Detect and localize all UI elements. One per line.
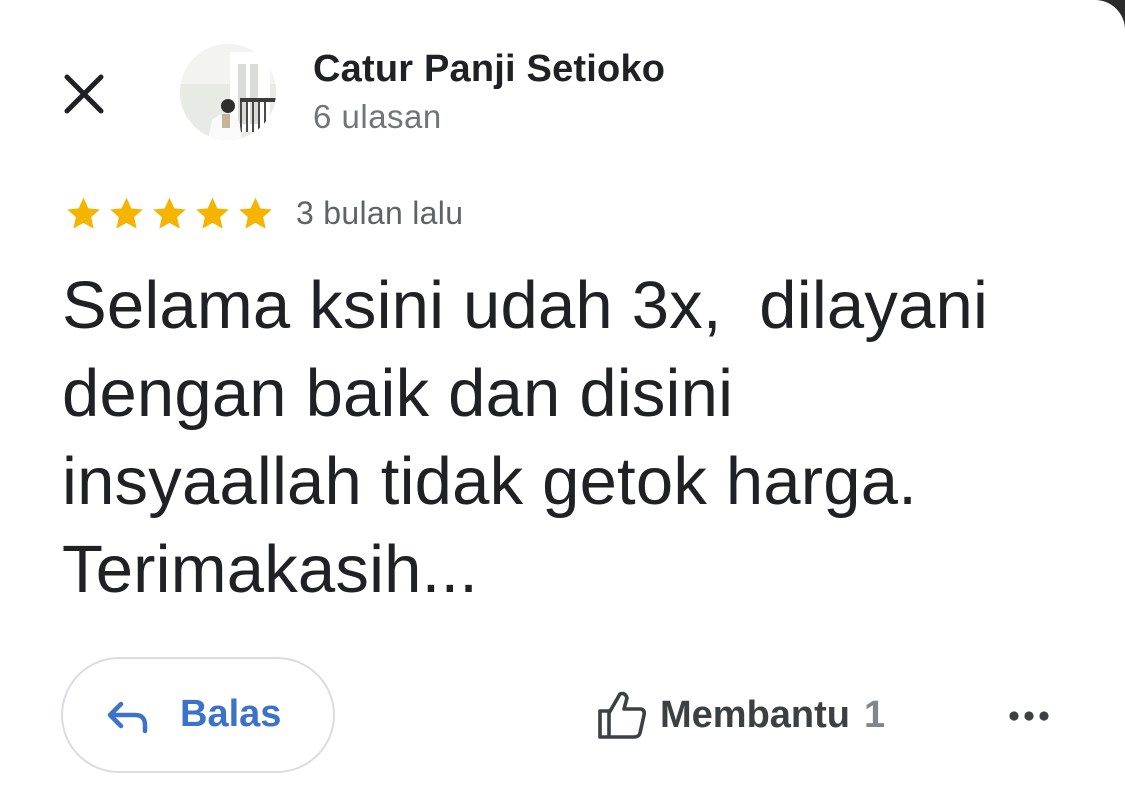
avatar[interactable]	[180, 44, 276, 140]
helpful-button[interactable]: Membantu 1	[596, 685, 885, 745]
star-icon	[67, 197, 100, 229]
reply-button[interactable]: Balas	[61, 657, 335, 773]
author-name[interactable]: Catur Panji Setioko	[313, 48, 665, 91]
star-rating	[62, 194, 277, 234]
avatar-photo	[180, 44, 276, 140]
review-text: Selama ksini udah 3x, dilayani dengan ba…	[62, 268, 989, 607]
reply-arrow-icon	[107, 701, 148, 734]
star-icon	[196, 197, 229, 229]
close-button[interactable]	[56, 66, 112, 122]
reply-label: Balas	[180, 693, 282, 735]
helpful-count: 1	[864, 693, 886, 736]
helpful-label: Membantu	[660, 693, 850, 736]
review-time: 3 bulan lalu	[296, 195, 464, 231]
more-horizontal-icon	[1009, 711, 1049, 721]
more-options-button[interactable]	[1004, 696, 1054, 736]
star-icon	[110, 197, 143, 229]
review-card: Catur Panji Setioko 6 ulasan 3 bulan lal…	[0, 0, 1125, 800]
thumbs-up-icon	[598, 691, 646, 739]
star-icon	[239, 197, 272, 229]
author-review-count: 6 ulasan	[313, 98, 442, 135]
star-icon	[153, 197, 186, 229]
close-icon	[64, 74, 104, 114]
